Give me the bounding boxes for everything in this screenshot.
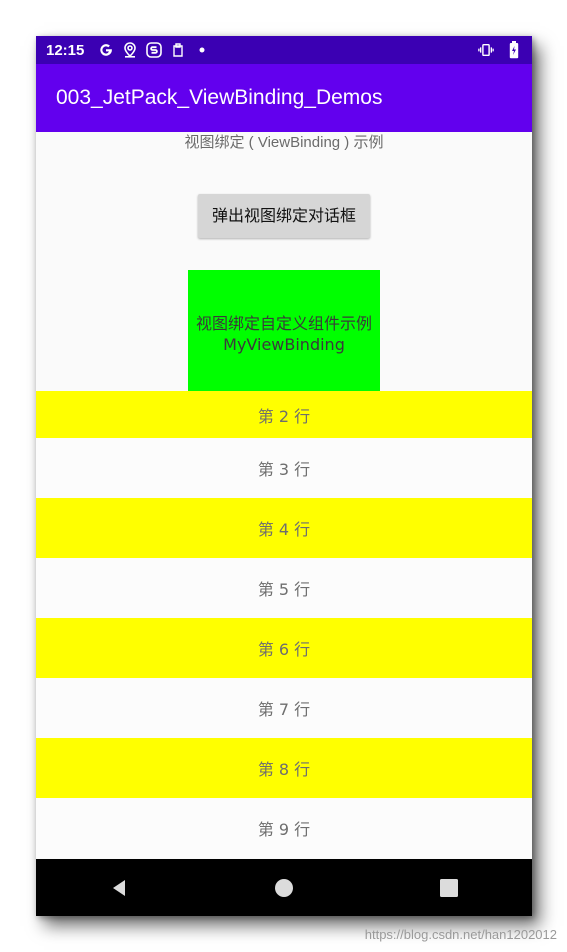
list-item-label: 第 9 行 xyxy=(257,820,311,839)
location-pin-icon xyxy=(122,42,138,58)
watermark-text: https://blog.csdn.net/han1202012 xyxy=(364,927,557,942)
list-item-label: 第 3 行 xyxy=(257,460,311,479)
battery-icon xyxy=(506,41,522,59)
list-item: 第 7 行 xyxy=(36,678,532,738)
app-title: 003_JetPack_ViewBinding_Demos xyxy=(56,86,383,109)
list-item: 第 9 行 xyxy=(36,798,532,858)
list-item-label: 第 5 行 xyxy=(257,580,311,599)
dot-icon xyxy=(194,42,210,58)
google-g-icon xyxy=(98,42,114,58)
status-icons-right xyxy=(478,41,522,59)
navigation-bar xyxy=(36,859,532,916)
custom-component-line1: 视图绑定自定义组件示例 xyxy=(195,313,372,333)
home-icon[interactable] xyxy=(272,876,296,900)
list-item: 第 4 行 xyxy=(36,498,532,558)
custom-component-view: 视图绑定自定义组件示例 MyViewBinding xyxy=(188,270,380,391)
app-bar: 003_JetPack_ViewBinding_Demos xyxy=(36,64,532,132)
status-icons-left xyxy=(98,42,210,58)
list-item-label: 第 6 行 xyxy=(257,640,311,659)
list-item-label: 第 2 行 xyxy=(257,406,311,426)
back-icon[interactable] xyxy=(107,876,131,900)
page-subtitle: 视图绑定 ( ViewBinding ) 示例 xyxy=(184,134,384,151)
main-content: 视图绑定 ( ViewBinding ) 示例 弹出视图绑定对话框 视图绑定自定… xyxy=(36,132,532,859)
list-item-label: 第 8 行 xyxy=(257,760,311,779)
s-app-icon xyxy=(146,42,163,58)
clipboard-icon xyxy=(170,42,186,58)
phone-screen: 12:15 003_JetPack_ViewBinding_Demos 视图绑定… xyxy=(36,36,532,916)
vibrate-icon xyxy=(478,42,494,58)
list-item: 第 8 行 xyxy=(36,738,532,798)
list-item: 第 2 行 xyxy=(36,391,532,438)
status-time: 12:15 xyxy=(46,41,85,59)
list-item: 第 3 行 xyxy=(36,438,532,498)
list-item-label: 第 7 行 xyxy=(257,700,311,719)
list-item: 第 6 行 xyxy=(36,618,532,678)
row-list[interactable]: 第 2 行 第 3 行 第 4 行 第 5 行 第 6 行 第 7 行 第 8 … xyxy=(36,391,532,858)
list-item: 第 5 行 xyxy=(36,558,532,618)
list-item-label: 第 4 行 xyxy=(257,520,311,539)
show-dialog-button[interactable]: 弹出视图绑定对话框 xyxy=(198,194,370,238)
recents-icon[interactable] xyxy=(437,876,461,900)
custom-component-line2: MyViewBinding xyxy=(223,334,345,354)
status-bar: 12:15 xyxy=(36,36,532,64)
